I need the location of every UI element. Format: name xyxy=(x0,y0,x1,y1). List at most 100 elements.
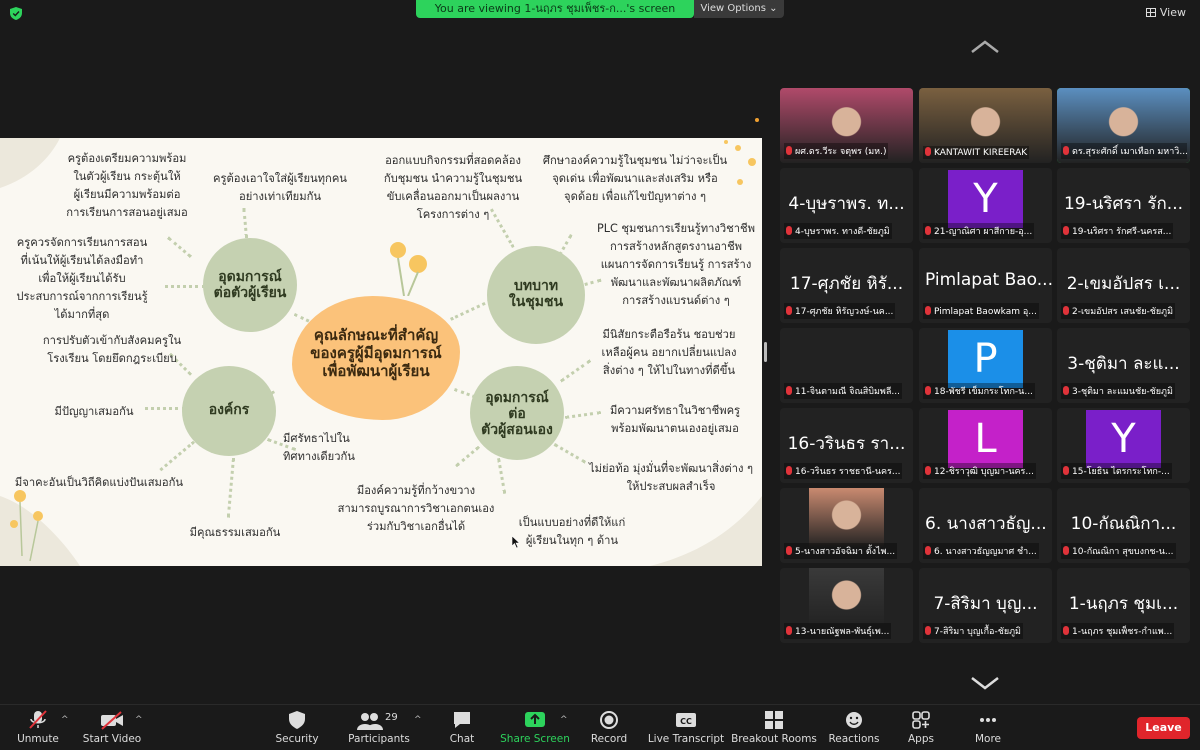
participant-name-text: KANTAWIT KIREERAK xyxy=(934,148,1028,158)
text-morality: มีคุณธรรมเสมอกัน xyxy=(189,526,281,539)
participant-name-label: 19-นริศรา รักศรี-นครส... xyxy=(1061,223,1174,239)
security-button[interactable]: Security xyxy=(252,710,342,745)
participants-button[interactable]: 29 Participants xyxy=(334,710,424,745)
text-community-knowledge: ศึกษาองค์ความรู้ในชุมชน ไม่ว่าจะเป็น จุด… xyxy=(542,154,728,203)
muted-mic-icon xyxy=(1063,306,1069,315)
participant-display-name: 10-กัณณิกา... xyxy=(1070,514,1177,534)
participant-name-text: 3-ชุติมา ละแมนชัย-ชัยภูมิ xyxy=(1072,387,1173,397)
participant-tile[interactable]: 16-วรินธร รา... 16-วรินธร ราชธานี-นคร... xyxy=(780,408,913,483)
muted-mic-icon xyxy=(925,626,931,635)
participant-tile[interactable]: 17-ศุภชัย หิรั... 17-ศุภชัย หิรัญวงษ์-นค.… xyxy=(780,248,913,323)
participant-display-name: 19-นริศรา รัก... xyxy=(1063,194,1184,214)
muted-mic-icon xyxy=(29,710,47,729)
participant-avatar: Y xyxy=(948,170,1023,228)
participant-tile[interactable]: 19-นริศรา รัก... 19-นริศรา รักศรี-นครส... xyxy=(1057,168,1190,243)
participant-tile[interactable]: 4-บุษราพร. ท... 4-บุษราพร. ทางดี-ชัยภูมิ xyxy=(780,168,913,243)
muted-mic-icon xyxy=(1063,146,1069,155)
participant-tile[interactable]: 10-กัณณิกา... 10-กัณณิกา สุขบงกช-น... xyxy=(1057,488,1190,563)
participant-name-label: 2-เขมอัปสร เสนชัย-ชัยภูมิ xyxy=(1061,303,1176,319)
video-options-caret[interactable]: ^ xyxy=(135,715,143,725)
smiley-icon xyxy=(846,712,862,728)
muted-mic-icon xyxy=(786,626,792,635)
muted-mic-icon xyxy=(925,306,931,315)
participant-name-text: 16-วรินธร ราชธานี-นคร... xyxy=(795,467,901,477)
scroll-up-icon[interactable] xyxy=(970,40,1000,54)
connector xyxy=(145,407,185,410)
participant-display-name: 4-บุษราพร. ท... xyxy=(788,194,905,214)
participant-name-label: 10-กัณณิกา สุขบงกช-น... xyxy=(1061,543,1176,559)
start-video-button[interactable]: Start Video xyxy=(67,710,157,745)
scroll-down-icon[interactable] xyxy=(970,676,1000,690)
muted-mic-icon xyxy=(1063,626,1069,635)
participant-name-label: 4-บุษราพร. ทางดี-ชัยภูมิ xyxy=(784,223,892,239)
shield-icon[interactable] xyxy=(10,7,22,20)
blob-students-label: อุดมการณ์ ต่อตัวผู้เรียน xyxy=(213,269,287,301)
connector xyxy=(165,285,205,288)
participant-name-label: 3-ชุติมา ละแมนชัย-ชัยภูมิ xyxy=(1061,383,1175,399)
leave-button[interactable]: Leave xyxy=(1137,717,1190,739)
muted-mic-icon xyxy=(786,466,792,475)
participant-tile[interactable]: Pimlapat Bao... Pimlapat Baowkam อุ... xyxy=(919,248,1052,323)
connector xyxy=(455,445,480,468)
participant-tile[interactable]: ดร.สุระศักดิ์ เมาเทือก มหาวิ... xyxy=(1057,88,1190,163)
video-off-icon xyxy=(101,711,123,730)
participant-tile[interactable]: 2-เขมอัปสร เ... 2-เขมอัปสร เสนชัย-ชัยภูมิ xyxy=(1057,248,1190,323)
view-button[interactable]: View xyxy=(1145,6,1186,19)
participant-display-name: 3-ชุติมา ละแ... xyxy=(1067,354,1180,374)
more-label: More xyxy=(974,733,1002,745)
muted-mic-icon xyxy=(925,466,931,475)
breakout-rooms-button[interactable]: Breakout Rooms xyxy=(729,710,819,745)
participant-name-text: 5-นางสาวอัจฉิมา ตั้งไพ... xyxy=(795,547,896,557)
muted-mic-icon xyxy=(925,386,931,395)
participant-tile[interactable]: Y 21-ญาณิศา ผาสีกาย-อุ... xyxy=(919,168,1052,243)
participant-tile[interactable]: KANTAWIT KIREERAK xyxy=(919,88,1052,163)
participant-tile[interactable]: 1-นฤภร ชุมเ... 1-นฤภร ชุมเพ็ชร-กำแพ... xyxy=(1057,568,1190,643)
participant-tile[interactable]: 7-สิริมา บุญ... 7-สิริมา บุญเกื้อ-ชัยภูมิ xyxy=(919,568,1052,643)
participant-tile[interactable]: P 18-พัชรี เข็มกระโทก-น... xyxy=(919,328,1052,403)
participant-name-label: 6. นางสาวธัญญมาศ ชำ... xyxy=(923,543,1039,559)
participant-tile[interactable]: 6. นางสาวธัญ... 6. นางสาวธัญญมาศ ชำ... xyxy=(919,488,1052,563)
people-icon xyxy=(357,713,383,730)
text-role-model: เป็นแบบอย่างที่ดีให้แก่ ผู้เรียนในทุก ๆ … xyxy=(518,516,626,547)
text-community-activities: ออกแบบกิจกรรมที่สอดคล้อง กับชุมชน นำความ… xyxy=(383,154,523,221)
more-button[interactable]: More xyxy=(943,710,1033,745)
live-transcript-button[interactable]: CC Live Transcript xyxy=(641,710,731,745)
blob-self-label: อุดมการณ์ ต่อ ตัวผู้สอนเอง xyxy=(481,390,553,438)
participant-tile[interactable]: Y 15-โยธิน ไตรกระโทก-... xyxy=(1057,408,1190,483)
more-dots-icon xyxy=(980,718,996,722)
text-integration: มีองค์ความรู้ที่กว้างขวาง สามารถบูรณาการ… xyxy=(337,484,495,533)
participant-name-label: KANTAWIT KIREERAK xyxy=(923,146,1030,159)
share-screen-icon xyxy=(525,712,545,727)
view-label: View xyxy=(1159,6,1186,19)
participant-tile[interactable]: L 12-ชิราวุฒิ บุญมา-นคร... xyxy=(919,408,1052,483)
participant-tile[interactable]: ผศ.ดร.วีระ จตุพร (มห.) xyxy=(780,88,913,163)
participant-name-text: 17-ศุภชัย หิรัญวงษ์-นค... xyxy=(795,307,894,317)
top-bar: You are viewing 1-นฤภร ชุมเพ็ชร-ก...'s s… xyxy=(0,0,1200,26)
participant-tile[interactable]: 11-จินตามณี จิณสิบิมพลี... xyxy=(780,328,913,403)
participant-name-label: 17-ศุภชัย หิรัญวงษ์-นค... xyxy=(784,303,896,319)
participant-name-text: 11-จินตามณี จิณสิบิมพลี... xyxy=(795,387,900,397)
participant-name-text: ดร.สุระศักดิ์ เมาเทือก มหาวิ... xyxy=(1072,147,1187,157)
participant-avatar: P xyxy=(948,330,1023,388)
participant-name-text: Pimlapat Baowkam อุ... xyxy=(934,307,1037,317)
participant-name-text: 1-นฤภร ชุมเพ็ชร-กำแพ... xyxy=(1072,627,1173,637)
panel-resize-handle[interactable] xyxy=(764,342,767,362)
connector xyxy=(226,457,235,518)
participant-tile[interactable]: 5-นางสาวอัจฉิมา ตั้งไพ... xyxy=(780,488,913,563)
participant-tile[interactable]: 13-นายณัฐพล-พันธุ์เพ... xyxy=(780,568,913,643)
zoom-meeting-window: You are viewing 1-นฤภร ชุมเพ็ชร-ก...'s s… xyxy=(0,0,1200,750)
participants-count: 29 xyxy=(385,712,398,723)
muted-mic-icon xyxy=(786,306,792,315)
participant-video xyxy=(809,488,884,548)
participant-name-label: Pimlapat Baowkam อุ... xyxy=(923,303,1039,319)
participant-tile[interactable]: 3-ชุติมา ละแ... 3-ชุติมา ละแมนชัย-ชัยภูมิ xyxy=(1057,328,1190,403)
muted-mic-icon xyxy=(1063,386,1069,395)
participant-name-text: 19-นริศรา รักศรี-นครส... xyxy=(1072,227,1172,237)
shared-screen-slide: อุดมการณ์ ต่อตัวผู้เรียน บทบาท ในชุมชน อ… xyxy=(0,138,762,566)
view-options-button[interactable]: View Options ⌄ xyxy=(694,0,784,18)
participant-avatar: Y xyxy=(1086,410,1161,468)
text-equal-care: ครูต้องเอาใจใส่ผู้เรียนทุกคน อย่างเท่าเท… xyxy=(213,172,347,203)
orange-dot xyxy=(755,118,759,122)
participant-name-label: 7-สิริมา บุญเกื้อ-ชัยภูมิ xyxy=(923,623,1023,639)
muted-mic-icon xyxy=(786,386,792,395)
